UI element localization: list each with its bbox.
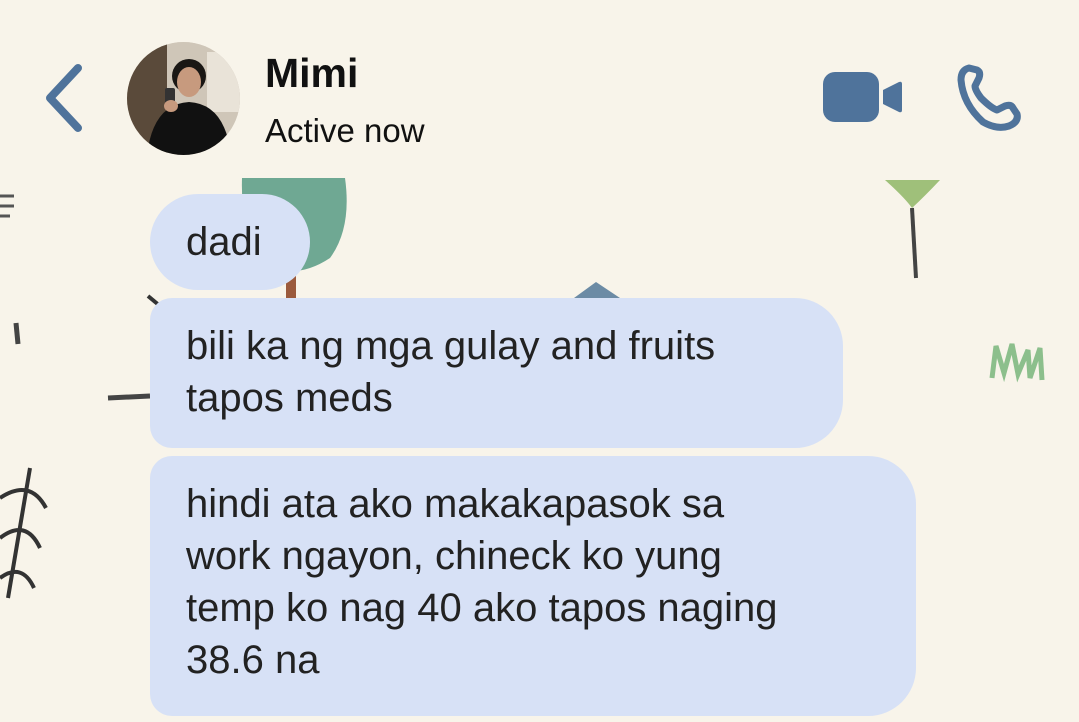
message-text-line: hindi ata ako makakapasok sa — [186, 482, 725, 526]
message-bubble[interactable]: hindi ata ako makakapasok sa work ngayon… — [150, 456, 916, 716]
phone-icon — [957, 64, 1021, 131]
message-text-line: dadi — [186, 220, 262, 264]
message-list[interactable]: dadi bili ka ng mga gulay and fruits tap… — [0, 178, 1079, 722]
video-camera-icon — [823, 72, 902, 122]
chat-header: Mimi Active now — [0, 0, 1079, 178]
chevron-left-icon — [46, 64, 82, 132]
contact-name[interactable]: Mimi — [265, 50, 358, 97]
message-text-line: tapos meds — [186, 376, 393, 420]
back-button[interactable] — [40, 62, 88, 134]
message-text-line: temp ko nag 40 ako tapos naging — [186, 586, 778, 630]
message-text-line: work ngayon, chineck ko yung — [186, 534, 722, 578]
message-bubble[interactable]: dadi — [150, 194, 310, 290]
voice-call-button[interactable] — [955, 62, 1025, 132]
message-text-line: 38.6 na — [186, 638, 320, 682]
message-bubble[interactable]: bili ka ng mga gulay and fruits tapos me… — [150, 298, 843, 448]
video-call-button[interactable] — [823, 70, 903, 124]
avatar-photo — [127, 42, 240, 155]
message-text-line: bili ka ng mga gulay and fruits — [186, 324, 716, 368]
avatar[interactable] — [127, 42, 240, 155]
active-status: Active now — [265, 112, 425, 149]
